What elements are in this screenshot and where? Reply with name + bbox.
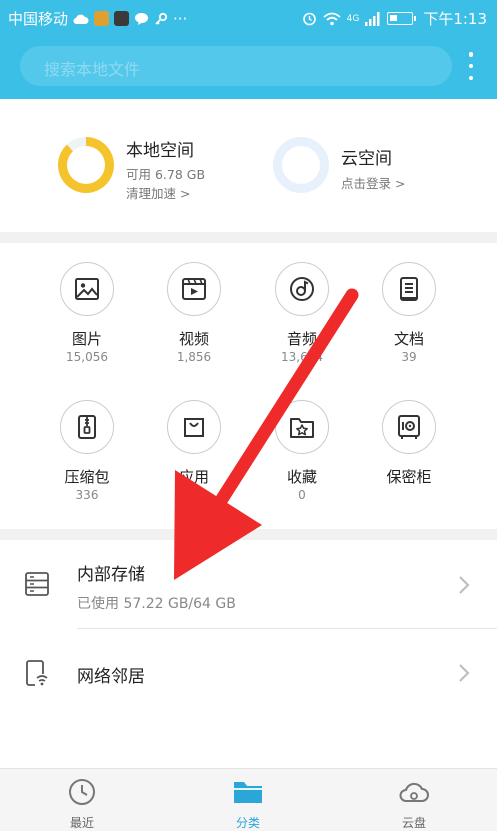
category-count: 13,634 (281, 350, 323, 364)
local-space-available: 可用 6.78 GB (126, 167, 206, 182)
more-notifications: ··· (173, 9, 188, 28)
tab-label: 最近 (69, 816, 94, 830)
section-divider (0, 232, 497, 243)
cloud-login-link[interactable]: 点击登录 > (341, 173, 405, 192)
cloud-icon (399, 782, 429, 802)
chevron-right-icon (459, 576, 470, 594)
image-icon (75, 278, 99, 300)
app-header: 中国移动 ··· 4G 下午1:13 搜索本地文件 (0, 0, 497, 99)
app-bag-icon (184, 418, 204, 437)
search-placeholder: 搜索本地文件 (44, 60, 141, 79)
category-label: 压缩包 (64, 468, 110, 486)
folder-icon (234, 782, 262, 803)
music-icon (290, 277, 314, 301)
category-count: 7 (190, 488, 198, 502)
clock-time: 下午1:13 (423, 10, 487, 28)
tab-recent[interactable]: 最近 (42, 777, 122, 831)
storage-drive-icon (25, 572, 49, 596)
category-label: 音频 (286, 330, 317, 348)
category-label: 应用 (178, 468, 209, 486)
signal-icon (365, 11, 380, 26)
cleanup-link[interactable]: 清理加速 > (126, 183, 190, 202)
category-label: 文档 (393, 330, 424, 348)
app-notification-icon (94, 11, 110, 26)
category-label: 视频 (178, 330, 209, 348)
section-divider (0, 529, 497, 540)
local-storage-ring[interactable] (58, 137, 114, 193)
category-videos[interactable]: 视频 1,856 (149, 262, 239, 365)
category-label: 保密柜 (386, 468, 432, 486)
local-space-title[interactable]: 本地空间 (126, 136, 194, 161)
tab-cloud-drive[interactable]: 云盘 (374, 777, 454, 831)
safe-icon (398, 415, 420, 439)
category-count: 336 (75, 488, 99, 502)
cloud-status-icon (73, 14, 89, 24)
battery-icon (387, 12, 417, 25)
alarm-icon (302, 12, 316, 26)
document-icon (400, 277, 418, 301)
category-images[interactable]: 图片 15,056 (42, 262, 132, 365)
cloud-space-title[interactable]: 云空间 (341, 144, 392, 169)
search-input[interactable]: 搜索本地文件 (20, 46, 452, 86)
video-icon (182, 278, 206, 300)
tab-label: 云盘 (401, 816, 426, 830)
category-apps[interactable]: 应用 7 (149, 400, 239, 503)
category-label: 收藏 (286, 468, 317, 486)
category-safe[interactable]: 保密柜 (364, 400, 454, 488)
clock-icon (69, 779, 95, 805)
category-count: 1,856 (176, 350, 212, 364)
chevron-right-icon (459, 664, 470, 682)
category-documents[interactable]: 文档 39 (364, 262, 454, 365)
carrier-label: 中国移动 (8, 10, 69, 28)
chat-bubble-icon (135, 12, 149, 25)
network-device-icon (26, 660, 49, 687)
network-type-label: 4G (346, 13, 360, 24)
category-archives[interactable]: 压缩包 336 (42, 400, 132, 503)
category-count: 39 (401, 350, 417, 364)
internal-storage-title: 内部存储 (77, 565, 145, 585)
cloud-storage-ring[interactable] (273, 137, 329, 193)
internal-storage-usage: 已使用 57.22 GB/64 GB (77, 596, 236, 612)
key-icon (155, 12, 168, 25)
zip-icon (78, 415, 96, 439)
internal-storage-item[interactable]: 内部存储 已使用 57.22 GB/64 GB (0, 540, 497, 628)
tab-categories[interactable]: 分类 (208, 777, 288, 831)
category-count: 15,056 (66, 350, 108, 364)
bottom-nav: 最近 分类 云盘 (0, 768, 497, 831)
network-neighborhood-item[interactable]: 网络邻居 (0, 629, 497, 717)
category-count: 0 (298, 488, 306, 502)
star-folder-icon (290, 418, 314, 438)
category-audio[interactable]: 音频 13,634 (257, 262, 347, 365)
category-label: 图片 (71, 330, 102, 348)
wifi-icon (323, 12, 341, 25)
network-neighborhood-title: 网络邻居 (77, 667, 145, 687)
app-notification-icon (114, 11, 130, 26)
category-favorites[interactable]: 收藏 0 (257, 400, 347, 503)
more-menu-icon[interactable] (464, 52, 478, 80)
tab-label: 分类 (235, 816, 260, 830)
status-bar: 中国移动 ··· 4G 下午1:13 (0, 0, 497, 34)
